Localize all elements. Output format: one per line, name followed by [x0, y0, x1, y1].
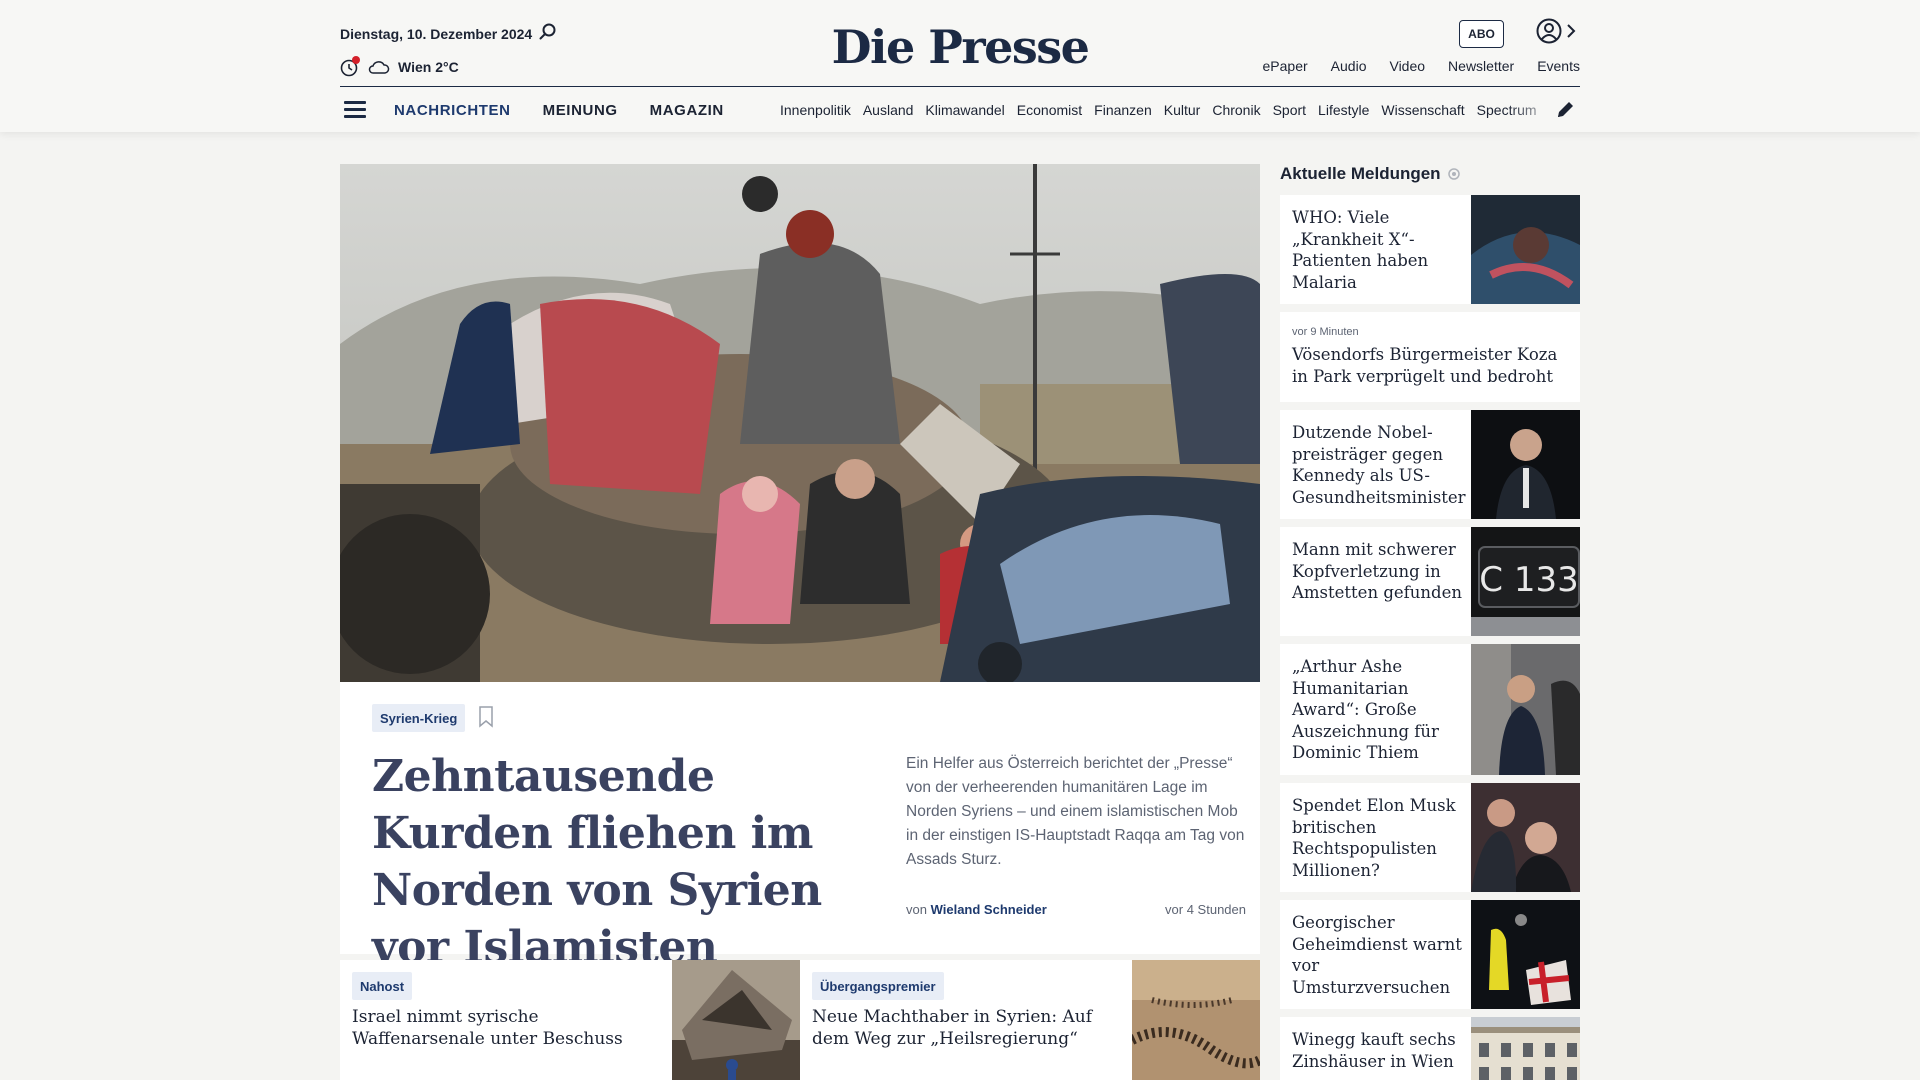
hero-tag[interactable]: Syrien-Krieg — [372, 704, 466, 732]
card-title[interactable]: Neue Machthaber in Syrien: Auf dem Weg z… — [812, 1006, 1122, 1050]
card-title[interactable]: Israel nimmt syrische Waffenarsenale unt… — [352, 1006, 662, 1050]
toplink-events[interactable]: Events — [1537, 58, 1580, 74]
ticker-thumbnail[interactable] — [1471, 195, 1580, 304]
sub-nav: Innenpolitik Ausland Klimawandel Economi… — [780, 88, 1562, 132]
subnav-wissenschaft[interactable]: Wissenschaft — [1381, 102, 1464, 118]
ticker-item[interactable]: WHO: Viele „Krankheit X“-Patien­ten habe… — [1280, 195, 1580, 304]
subnav-lifestyle[interactable]: Lifestyle — [1318, 102, 1369, 118]
ticker-title[interactable]: Dutzende Nobel­preisträger gegen Kennedy… — [1292, 422, 1466, 508]
subnav-economist[interactable]: Economist — [1017, 102, 1082, 118]
byline-prefix: von — [906, 902, 927, 917]
ticker-thumbnail[interactable] — [1471, 644, 1580, 775]
subnav-kultur[interactable]: Kultur — [1164, 102, 1201, 118]
top-links: ePaper Audio Video Newsletter Events — [1263, 58, 1580, 74]
ticker-title[interactable]: Vösendorfs Bürgermeister Koza in Park ve… — [1292, 344, 1562, 387]
main-nav: NACHRICHTEN MEINUNG MAGAZIN — [394, 102, 724, 119]
article-card[interactable]: Nahost Israel nimmt syrische Waffenarsen… — [340, 960, 800, 1080]
account-menu[interactable] — [1536, 18, 1576, 44]
subnav-innenpolitik[interactable]: Innenpolitik — [780, 102, 851, 118]
subnav-finanzen[interactable]: Finanzen — [1094, 102, 1152, 118]
toplink-video[interactable]: Video — [1389, 58, 1425, 74]
ticker-title[interactable]: „Arthur Ashe Humanitarian Award“: Große … — [1292, 656, 1464, 764]
hero-time: vor 4 Stunden — [1165, 902, 1246, 917]
ticker-photo — [1471, 195, 1580, 304]
ticker-item[interactable]: Winegg kauft sechs Zinshäuser in Wien — [1280, 1017, 1580, 1080]
subnav-klimawandel[interactable]: Klimawandel — [925, 102, 1004, 118]
live-icon — [1447, 168, 1460, 180]
header-divider — [340, 86, 1580, 87]
ticker-photo — [1471, 783, 1580, 892]
hero-teaser: Ein Helfer aus Österreich berichtet der … — [906, 755, 1245, 868]
search-icon[interactable] — [538, 22, 558, 42]
ticker-item[interactable]: vor 9 Minuten Vösendorfs Bürgermeister K… — [1280, 312, 1580, 402]
weather-text: Wien 2°C — [398, 59, 459, 75]
hero-photo — [340, 164, 1260, 682]
hero-byline: von Wieland Schneider — [906, 902, 1047, 917]
header-inner: Dienstag, 10. Dezember 2024 Wien 2°C Die… — [340, 0, 1580, 132]
nav-magazin[interactable]: MAGAZIN — [650, 102, 724, 119]
ticker-photo — [1471, 644, 1580, 775]
subnav-spectrum[interactable]: Spectrum — [1477, 102, 1537, 118]
current-date: Dienstag, 10. Dezember 2024 — [340, 26, 533, 42]
subnav-chronik[interactable]: Chronik — [1212, 102, 1260, 118]
card-tag[interactable]: Übergangspremier — [812, 972, 944, 1000]
notification-icon[interactable] — [340, 56, 360, 78]
subnav-ausland[interactable]: Ausland — [863, 102, 914, 118]
hero-image[interactable] — [340, 164, 1260, 682]
nav-meinung[interactable]: MEINUNG — [543, 102, 618, 119]
ticker-kicker: vor 9 Minuten — [1292, 326, 1359, 338]
card-photo — [672, 960, 800, 1080]
toplink-newsletter[interactable]: Newsletter — [1448, 58, 1514, 74]
ticker-title[interactable]: Winegg kauft sechs Zinshäuser in Wien — [1292, 1029, 1464, 1072]
ticker-title[interactable]: WHO: Viele „Krankheit X“-Patien­ten habe… — [1292, 207, 1464, 293]
ticker-photo — [1471, 900, 1580, 1009]
chevron-right-icon[interactable] — [1566, 23, 1576, 39]
ticker-item[interactable]: Spendet Elon Musk britischen Rechtspo­pu… — [1280, 783, 1580, 892]
card-photo — [1132, 960, 1260, 1080]
ticker-item[interactable]: Georgischer Geheimdienst warnt vor Umstu… — [1280, 900, 1580, 1009]
site-logo[interactable]: Die Presse — [832, 20, 1090, 74]
ticker-title[interactable]: Georgischer Geheimdienst warnt vor Umstu… — [1292, 912, 1464, 998]
ticker-photo — [1471, 1017, 1580, 1080]
card-image[interactable] — [1132, 960, 1260, 1080]
card-image[interactable] — [672, 960, 800, 1080]
toplink-epaper[interactable]: ePaper — [1263, 58, 1308, 74]
sidebar-title-text: Aktuelle Meldungen — [1280, 164, 1441, 183]
ticker-thumbnail[interactable]: C 133 — [1471, 527, 1580, 636]
subnav-sport[interactable]: Sport — [1273, 102, 1306, 118]
toplink-audio[interactable]: Audio — [1331, 58, 1367, 74]
weather-widget[interactable]: Wien 2°C — [340, 56, 459, 78]
bookmark-icon[interactable] — [478, 706, 494, 728]
author-link[interactable]: Wieland Schneider — [931, 902, 1047, 917]
ticker-thumbnail[interactable] — [1471, 410, 1580, 519]
ticker-title[interactable]: Mann mit schwerer Kopfverletzung in Amst… — [1292, 539, 1464, 604]
site-header: Dienstag, 10. Dezember 2024 Wien 2°C Die… — [0, 0, 1920, 132]
nav-nachrichten[interactable]: NACHRICHTEN — [394, 102, 511, 119]
article-card[interactable]: Übergangspremier Neue Machthaber in Syri… — [800, 960, 1260, 1080]
ticker-item[interactable]: „Arthur Ashe Humanitarian Award“: Große … — [1280, 644, 1580, 775]
abo-button[interactable]: ABO — [1459, 20, 1504, 48]
hero-article[interactable]: Syrien-Krieg Zehntausende Kurden fliehen… — [340, 164, 1260, 973]
ticker-thumbnail[interactable] — [1471, 1017, 1580, 1080]
plate-text: C 133 — [1479, 560, 1578, 600]
card-tag[interactable]: Nahost — [352, 972, 413, 1000]
ticker-thumbnail[interactable] — [1471, 783, 1580, 892]
cloud-icon — [368, 61, 390, 74]
sidebar-title: Aktuelle Meldungen — [1280, 164, 1461, 184]
ticker-item[interactable]: Dutzende Nobel­preisträger gegen Kennedy… — [1280, 410, 1580, 519]
account-icon[interactable] — [1536, 18, 1562, 44]
hero-headline[interactable]: Zehntausende Kurden fliehen im Norden vo… — [372, 748, 852, 976]
ticker-photo: C 133 — [1471, 527, 1580, 636]
ticker-item[interactable]: Mann mit schwerer Kopfverletzung in Amst… — [1280, 527, 1580, 636]
pencil-icon[interactable] — [1554, 99, 1576, 121]
menu-icon[interactable] — [344, 101, 368, 119]
navigation-bar: NACHRICHTEN MEINUNG MAGAZIN Innenpolitik… — [340, 88, 1580, 132]
ticker-title[interactable]: Spendet Elon Musk britischen Rechtspo­pu… — [1292, 795, 1464, 881]
ticker-thumbnail[interactable] — [1471, 900, 1580, 1009]
ticker-photo — [1471, 410, 1580, 519]
